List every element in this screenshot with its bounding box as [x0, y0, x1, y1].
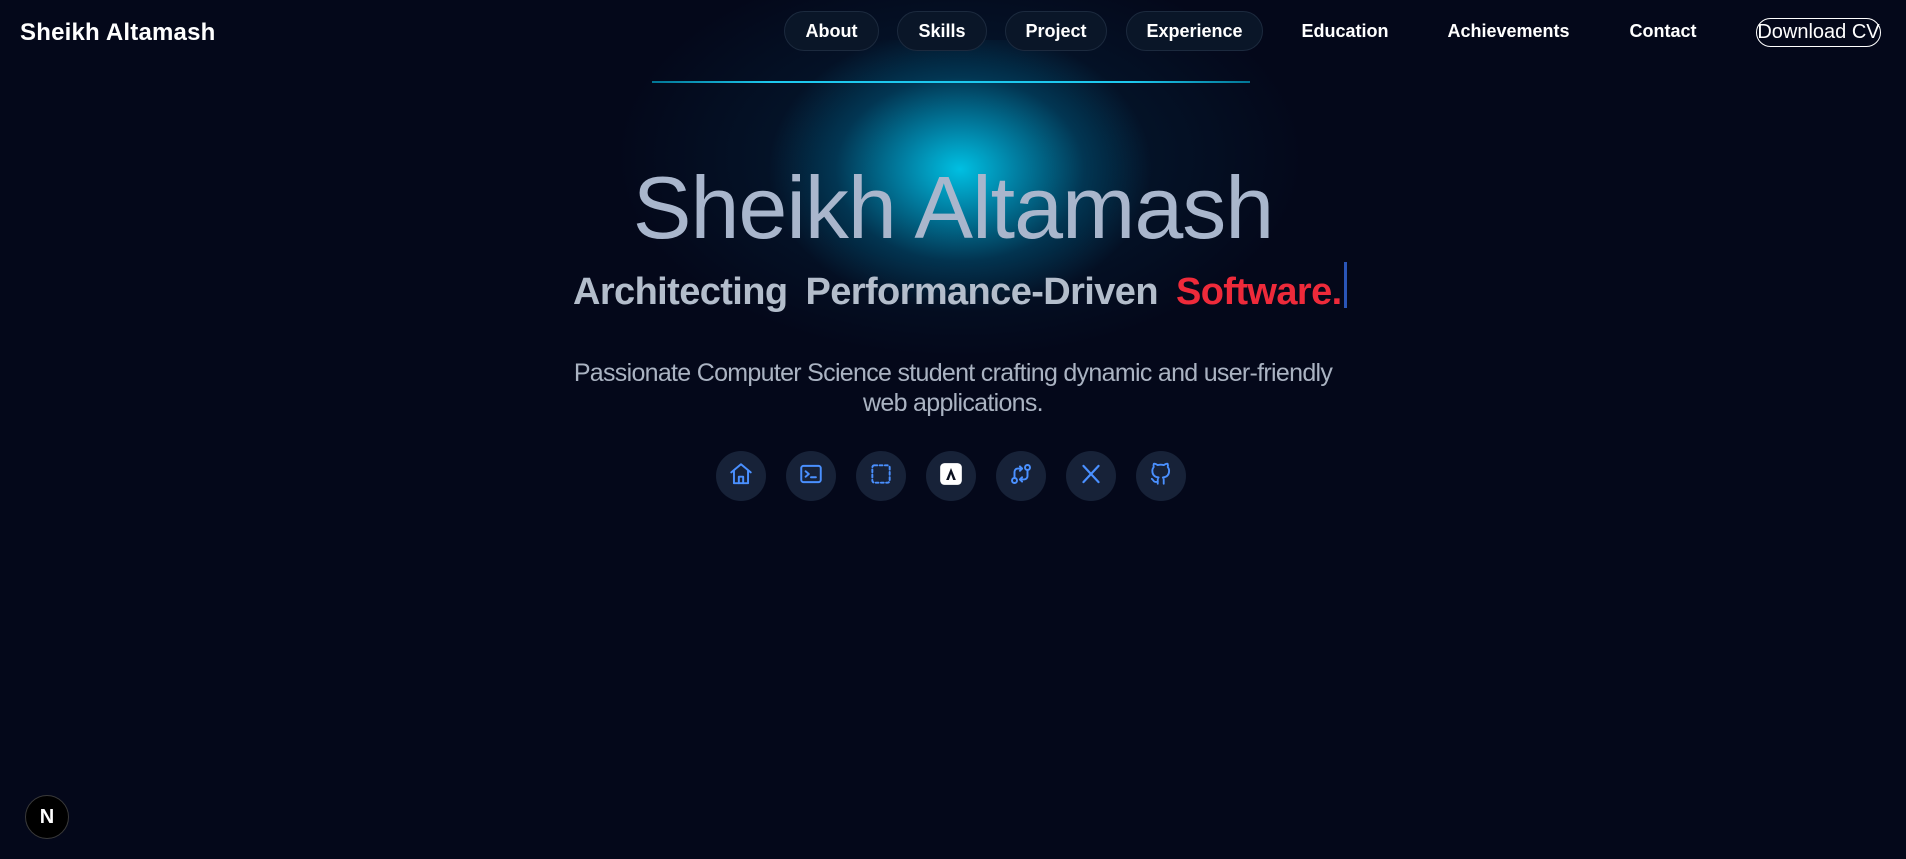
focus-link[interactable]	[856, 451, 906, 501]
github-icon	[1148, 461, 1174, 492]
typing-cursor	[1343, 262, 1347, 308]
nav-achievements[interactable]: Achievements	[1440, 11, 1577, 51]
tagline-word-3: Software.	[1175, 271, 1342, 313]
nav-contact[interactable]: Contact	[1622, 11, 1704, 51]
git-compare-icon	[1008, 461, 1034, 492]
nav-skills[interactable]: Skills	[897, 11, 987, 51]
hero-tagline: Architecting Performance-Driven Software.	[573, 262, 1347, 313]
app-logo-icon	[938, 461, 964, 492]
brand-logo[interactable]: Sheikh Altamash	[20, 19, 216, 47]
home-icon	[728, 461, 754, 492]
github-link[interactable]	[1136, 451, 1186, 501]
nav-project[interactable]: Project	[1005, 11, 1107, 51]
tagline-word-2: Performance-Driven	[805, 271, 1159, 313]
x-link[interactable]	[1066, 451, 1116, 501]
hero-description: Passionate Computer Science student craf…	[573, 359, 1333, 417]
nav-about[interactable]: About	[784, 11, 879, 51]
home-link[interactable]	[716, 451, 766, 501]
spotlight-line	[652, 81, 1250, 83]
terminal-link[interactable]	[786, 451, 836, 501]
download-cv-button[interactable]: Download CV	[1756, 18, 1881, 47]
nextjs-badge[interactable]: N	[25, 795, 69, 839]
navbar: Sheikh Altamash About Skills Project Exp…	[0, 0, 1906, 64]
nav-experience[interactable]: Experience	[1126, 11, 1263, 51]
app-link[interactable]	[926, 451, 976, 501]
tagline-word-1: Architecting	[573, 271, 788, 313]
git-compare-link[interactable]	[996, 451, 1046, 501]
hero-name: Sheikh Altamash	[632, 158, 1275, 257]
nav-education[interactable]: Education	[1288, 11, 1402, 51]
page: Sheikh Altamash About Skills Project Exp…	[0, 0, 1906, 859]
x-icon	[1078, 461, 1104, 492]
focus-icon	[868, 461, 894, 492]
terminal-icon	[798, 461, 824, 492]
